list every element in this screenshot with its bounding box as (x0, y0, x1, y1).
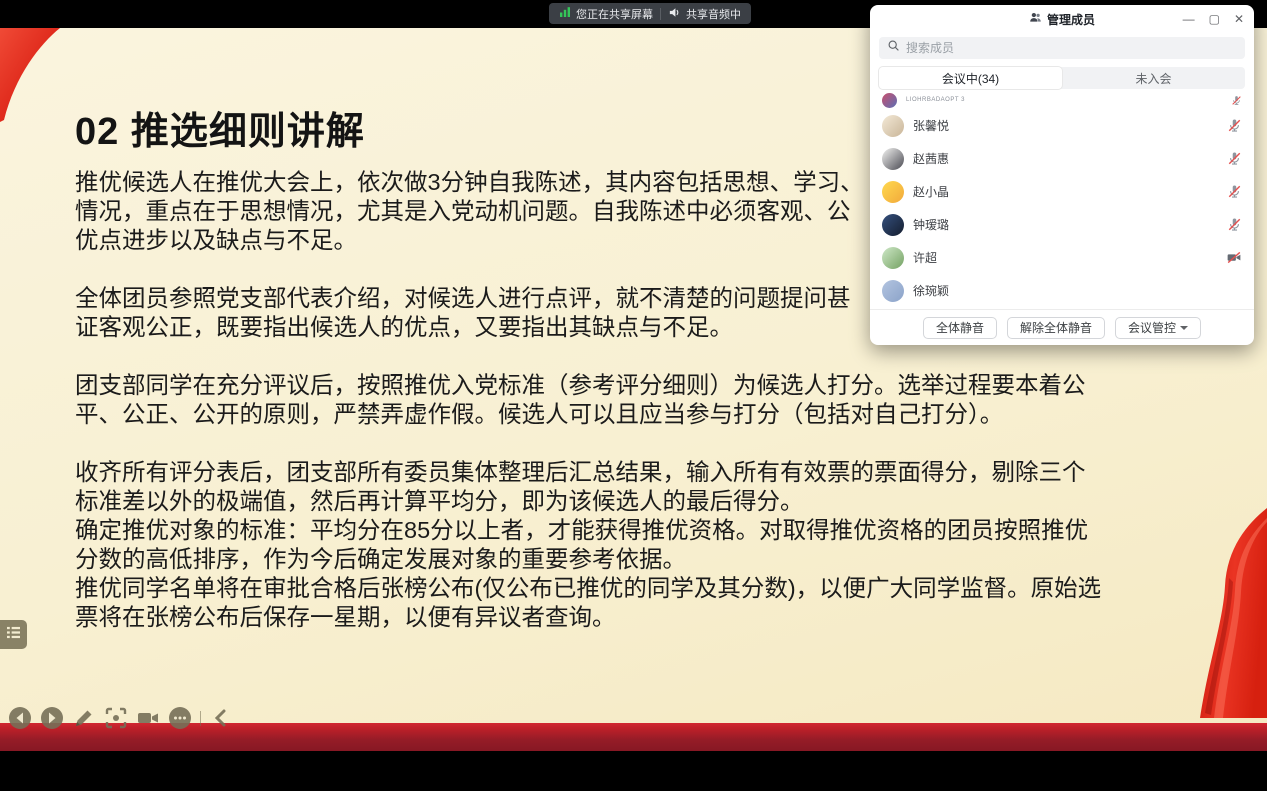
member-list: LIOHRBADAOPT 3 张馨悦赵茜惠赵小晶钟瑷璐许超徐琬颖 (870, 91, 1254, 309)
tab-not-joined[interactable]: 未入会 (1062, 67, 1245, 89)
speaker-icon (668, 6, 681, 22)
member-search-input[interactable] (906, 41, 1237, 55)
member-name: 徐琬颖 (913, 282, 949, 299)
audio-share-label: 共享音频中 (686, 6, 741, 22)
member-name: 钟瑷璐 (913, 216, 949, 233)
search-icon (887, 39, 900, 57)
member-avatar (882, 115, 904, 137)
unmute-all-button[interactable]: 解除全体静音 (1007, 317, 1105, 339)
mic-muted-icon[interactable] (1227, 151, 1242, 166)
member-avatar (882, 214, 904, 236)
toolbar-divider (200, 711, 201, 726)
footer-button-label: 会议管控 (1128, 319, 1176, 336)
member-avatar (882, 93, 897, 108)
close-icon[interactable]: ✕ (1234, 13, 1244, 25)
member-avatar (882, 247, 904, 269)
panel-header[interactable]: 管理成员 — ▢ ✕ (870, 5, 1254, 33)
camera-off-icon[interactable] (1226, 250, 1242, 265)
red-ribbon-bottom-right (1167, 508, 1267, 723)
member-row[interactable]: 张馨悦 (882, 109, 1242, 142)
member-name: LIOHRBADAOPT 3 (906, 97, 965, 103)
minimize-icon[interactable]: — (1183, 13, 1195, 25)
member-name: 许超 (913, 249, 937, 266)
member-name: 张馨悦 (913, 117, 949, 134)
meeting-control-button[interactable]: 会议管控 (1115, 317, 1201, 339)
member-search-box[interactable] (879, 37, 1245, 59)
window-controls: — ▢ ✕ (1183, 5, 1244, 33)
pencil-icon[interactable] (72, 706, 96, 730)
slide-title: 02 推选细则讲解 (75, 100, 365, 155)
member-row[interactable]: 钟瑷璐 (882, 208, 1242, 241)
member-avatar (882, 181, 904, 203)
screen-share-label: 您正在共享屏幕 (576, 6, 653, 22)
footer-button-label: 解除全体静音 (1020, 319, 1092, 336)
screen-share-status: 您正在共享屏幕 (559, 6, 653, 22)
manage-members-panel: 管理成员 — ▢ ✕ 会议中(34)未入会 LIOHRBADAOPT 3 张馨悦赵茜惠… (870, 5, 1254, 345)
footer-button-label: 全体静音 (936, 319, 984, 336)
member-row[interactable]: 许超 (882, 241, 1242, 274)
member-row[interactable]: LIOHRBADAOPT 3 (882, 91, 1242, 109)
maximize-icon[interactable]: ▢ (1209, 13, 1220, 25)
member-row[interactable]: 赵小晶 (882, 175, 1242, 208)
panel-title: 管理成员 (1047, 11, 1095, 28)
tab-in-meeting[interactable]: 会议中(34) (879, 67, 1062, 89)
collapse-icon[interactable] (209, 706, 233, 730)
slide-nav-toggle[interactable] (0, 620, 27, 649)
next-icon[interactable] (40, 706, 64, 730)
mute-all-button[interactable]: 全体静音 (923, 317, 997, 339)
mic-muted-icon[interactable] (1231, 95, 1242, 106)
audio-share-status: 共享音频中 (668, 6, 741, 22)
member-tabs: 会议中(34)未入会 (879, 67, 1245, 89)
mic-muted-icon[interactable] (1227, 184, 1242, 199)
red-ribbon-top-left (0, 28, 70, 127)
member-name: 赵茜惠 (913, 150, 949, 167)
screen: 您正在共享屏幕 共享音频中 (0, 0, 1267, 791)
more-icon[interactable] (168, 706, 192, 730)
list-icon (6, 626, 21, 644)
chevron-down-icon (1180, 326, 1188, 330)
slide-paragraph: 团支部同学在充分评议后，按照推优入党标准（参考评分细则）为候选人打分。选举过程要… (75, 371, 1155, 429)
signal-bars-icon (559, 6, 571, 21)
focus-icon[interactable] (104, 706, 128, 730)
presentation-toolbar (8, 706, 233, 730)
members-icon (1029, 11, 1042, 27)
mic-muted-icon[interactable] (1227, 118, 1242, 133)
panel-footer: 全体静音 解除全体静音 会议管控 (870, 309, 1254, 345)
pill-divider (660, 8, 661, 20)
slide-paragraph: 收齐所有评分表后，团支部所有委员集体整理后汇总结果，输入所有有效票的票面得分，剔… (75, 458, 1155, 632)
sharing-status-pill[interactable]: 您正在共享屏幕 共享音频中 (549, 3, 751, 24)
mic-muted-icon[interactable] (1227, 217, 1242, 232)
camera-icon[interactable] (136, 706, 160, 730)
member-name: 赵小晶 (913, 183, 949, 200)
member-row[interactable]: 赵茜惠 (882, 142, 1242, 175)
member-avatar (882, 280, 904, 302)
previous-icon[interactable] (8, 706, 32, 730)
member-avatar (882, 148, 904, 170)
member-row[interactable]: 徐琬颖 (882, 274, 1242, 307)
